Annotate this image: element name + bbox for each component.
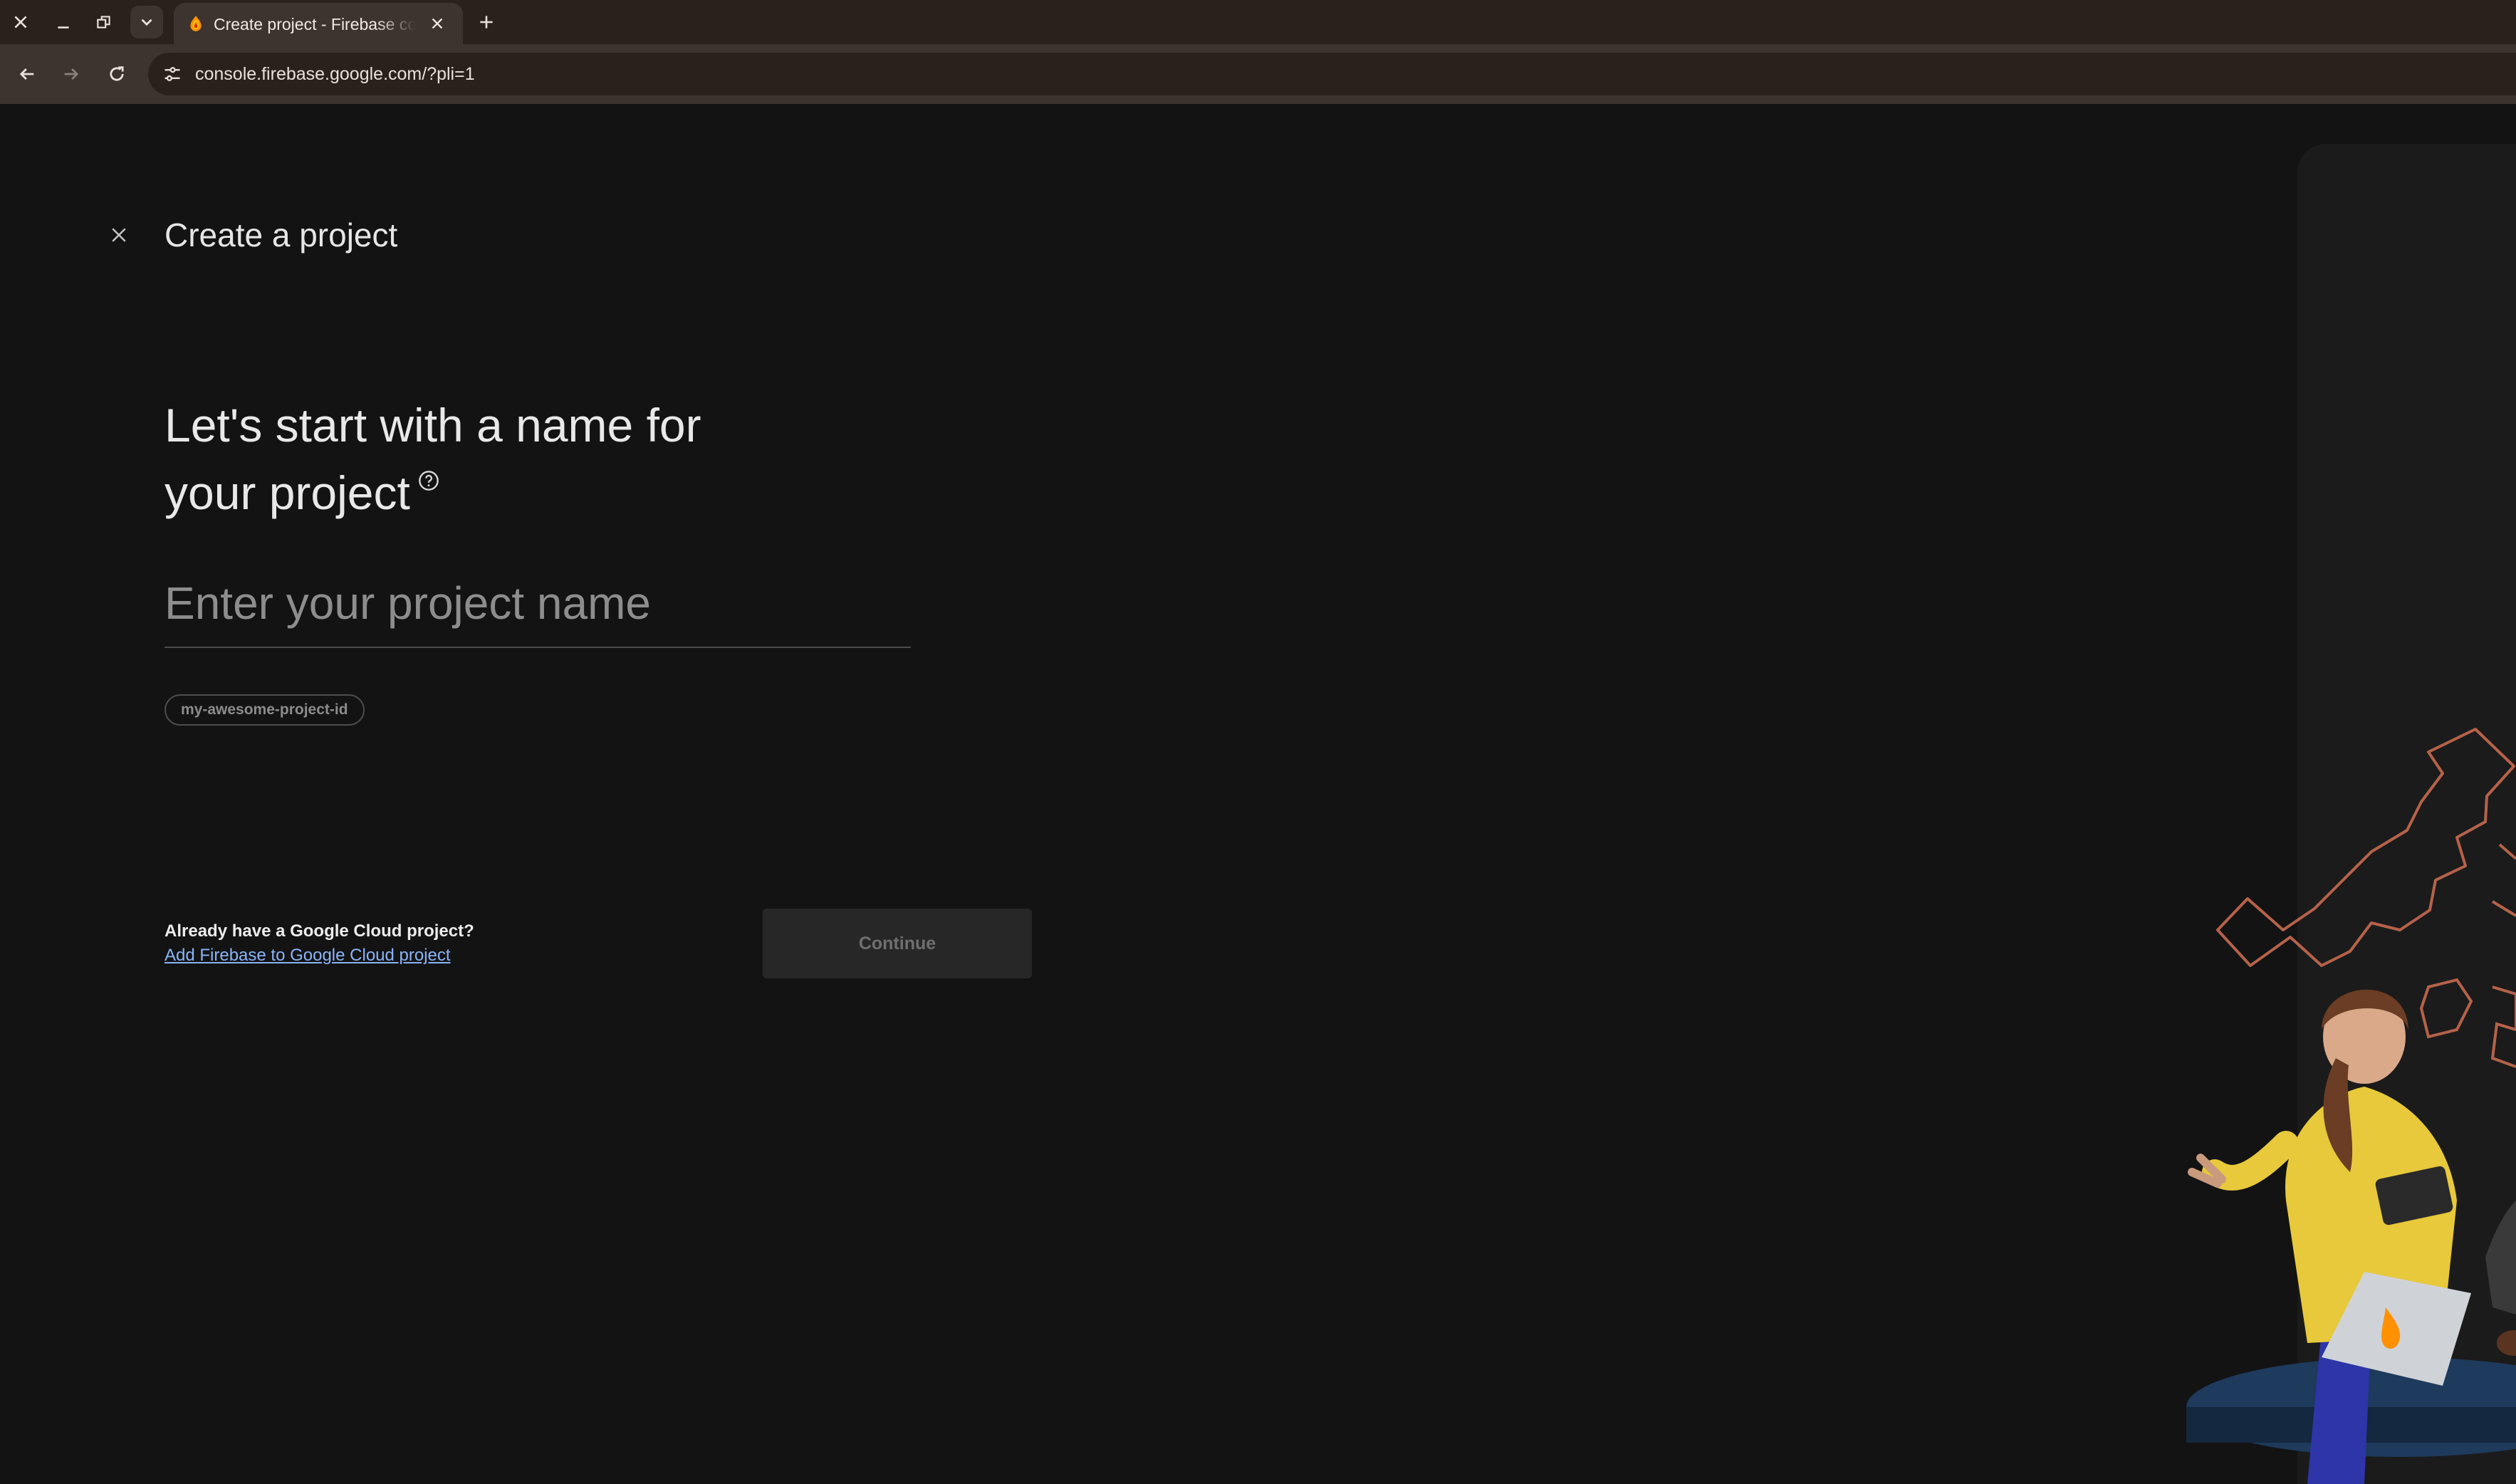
add-firebase-to-gcp-link[interactable]: Add Firebase to Google Cloud project (165, 943, 451, 968)
browser-tab-bar: Create project - Firebase console (0, 0, 2516, 44)
close-icon (432, 18, 443, 29)
person-arm (2202, 1131, 2299, 1191)
help-circle-icon[interactable] (417, 469, 440, 492)
heading: Let's start with a name for your project (165, 392, 805, 527)
second-person-hand (2497, 1330, 2516, 1356)
project-name-input[interactable] (165, 560, 911, 648)
window-restore-button[interactable] (88, 6, 120, 38)
new-tab-button[interactable] (470, 6, 503, 38)
continue-button[interactable]: Continue (763, 909, 1032, 978)
heading-line-1: Let's start with a name for (165, 399, 701, 451)
close-icon (14, 16, 27, 28)
decor-outline-shape-2 (2490, 986, 2516, 1068)
browser-tab-active[interactable]: Create project - Firebase console (174, 3, 463, 44)
site-info-button[interactable] (158, 60, 187, 88)
decor-outline-shape-1 (2216, 728, 2515, 967)
minimize-icon (58, 26, 69, 28)
url-text: console.firebase.google.com/?pli=1 (195, 64, 475, 84)
project-id-chip[interactable]: my-awesome-project-id (165, 694, 365, 726)
firebase-logo-icon (190, 16, 202, 31)
page-title: Create a project (165, 216, 398, 254)
window-minimize-button[interactable] (47, 6, 80, 38)
tab-close-button[interactable] (424, 11, 450, 36)
window-close-button[interactable] (4, 6, 37, 38)
arrow-right-icon (64, 68, 79, 80)
close-dialog-button[interactable] (102, 218, 136, 252)
already-have-project-text: Already have a Google Cloud project? (165, 921, 474, 941)
decor-outline-shape-4 (2491, 843, 2516, 917)
arrow-left-icon (19, 68, 34, 80)
back-button[interactable] (10, 57, 44, 91)
decor-outline-shape-3 (2419, 978, 2473, 1039)
forward-button[interactable] (54, 57, 88, 91)
tab-title: Create project - Firebase console (214, 15, 416, 33)
create-project-page: Create a project Let's start with a name… (0, 104, 2516, 1484)
people-illustration (2186, 728, 2516, 1484)
address-bar[interactable]: console.firebase.google.com/?pli=1 (148, 53, 2516, 95)
heading-line-2-text: your project (165, 466, 410, 519)
heading-line-2: your project (165, 459, 805, 527)
tab-search-button[interactable] (130, 6, 163, 38)
browser-toolbar: console.firebase.google.com/?pli=1 (0, 44, 2516, 148)
plus-icon (480, 16, 493, 28)
close-icon (112, 228, 126, 242)
restore-icon (97, 16, 110, 28)
reload-button[interactable] (100, 57, 134, 91)
tune-icon (165, 67, 180, 81)
second-person-arm (2485, 1201, 2516, 1315)
chevron-down-icon (141, 19, 152, 26)
reload-icon (110, 66, 124, 81)
